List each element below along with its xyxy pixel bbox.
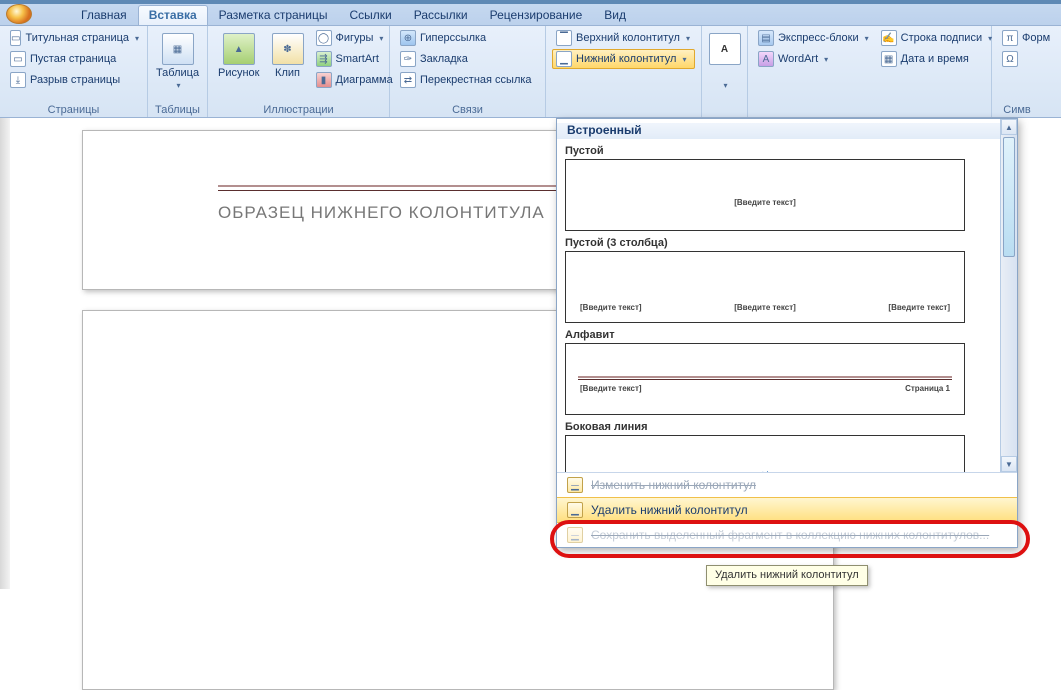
bookmark-button[interactable]: ✑Закладка (396, 49, 539, 69)
office-button[interactable] (6, 4, 32, 24)
wordart-icon: A (758, 51, 774, 67)
hyperlink-button[interactable]: ⊕Гиперссылка (396, 28, 539, 48)
textbox-icon: A (709, 33, 741, 65)
gallery-item-side[interactable]: ¹ | (565, 435, 965, 472)
gallery-item-empty-label: Пустой (565, 145, 1013, 157)
edit-icon: ▁ (567, 477, 583, 493)
gallery-item-empty[interactable]: [Введите текст] (565, 159, 965, 231)
chart-icon: ▮ (316, 72, 332, 88)
crossref-icon: ⇄ (400, 72, 416, 88)
gallery-scrollbar[interactable]: ▲ ▼ (1000, 119, 1017, 472)
bookmark-icon: ✑ (400, 51, 416, 67)
scroll-up-icon[interactable]: ▲ (1001, 119, 1017, 135)
tab-insert[interactable]: Вставка (138, 5, 208, 25)
annotation-highlight (550, 520, 1030, 558)
wordart-button[interactable]: AWordArt (754, 49, 873, 69)
page-icon: ▭ (10, 51, 26, 67)
cover-page-button[interactable]: ▭Титульная страница (6, 28, 141, 48)
picture-icon: ▲ (223, 33, 255, 65)
shapes-icon: ◯ (316, 30, 332, 46)
break-icon: ⤓ (10, 72, 26, 88)
header-icon: ▔ (556, 30, 572, 46)
gallery-item-empty3[interactable]: [Введите текст] [Введите текст] [Введите… (565, 251, 965, 323)
blocks-icon: ▤ (758, 30, 774, 46)
footer-button[interactable]: ▁Нижний колонтитул (552, 49, 695, 69)
ribbon-tabs: Главная Вставка Разметка страницы Ссылки… (0, 4, 1061, 26)
table-button[interactable]: ▦ Таблица (152, 28, 203, 92)
gallery-item-alpha[interactable]: [Введите текст] Страница 1 (565, 343, 965, 415)
page-break-button[interactable]: ⤓Разрыв страницы (6, 70, 141, 90)
signature-icon: ✍ (881, 30, 897, 46)
tab-view[interactable]: Вид (593, 5, 637, 25)
group-links-title: Связи (396, 103, 539, 117)
textbox-button[interactable]: A (705, 28, 745, 92)
tooltip: Удалить нижний колонтитул (706, 565, 868, 586)
gallery-item-alpha-label: Алфавит (565, 329, 1013, 341)
scroll-down-icon[interactable]: ▼ (1001, 456, 1017, 472)
footer-icon: ▁ (556, 51, 572, 67)
tab-mailings[interactable]: Рассылки (403, 5, 479, 25)
tab-home[interactable]: Главная (70, 5, 138, 25)
calendar-icon: ▦ (881, 51, 897, 67)
gallery-item-side-label: Боковая линия (565, 421, 1013, 433)
omega-icon: Ω (1002, 51, 1018, 67)
picture-button[interactable]: ▲Рисунок (214, 28, 264, 81)
ribbon: ▭Титульная страница ▭Пустая страница ⤓Ра… (0, 26, 1061, 118)
tab-layout[interactable]: Разметка страницы (208, 5, 339, 25)
group-illus-title: Иллюстрации (214, 103, 383, 117)
group-symbols-title: Симв (998, 103, 1036, 117)
datetime-button[interactable]: ▦Дата и время (877, 49, 996, 69)
pi-icon: π (1002, 30, 1018, 46)
smartart-icon: ⇶ (316, 51, 332, 67)
footer-gallery: Встроенный Пустой [Введите текст] Пустой… (556, 118, 1018, 548)
tab-references[interactable]: Ссылки (339, 5, 403, 25)
group-tables-title: Таблицы (154, 103, 201, 117)
quickparts-button[interactable]: ▤Экспресс-блоки (754, 28, 873, 48)
clip-icon: ✽ (272, 33, 304, 65)
table-icon: ▦ (162, 33, 194, 65)
gallery-item-empty3-label: Пустой (3 столбца) (565, 237, 1013, 249)
remove-icon: ▁ (567, 502, 583, 518)
equation-button[interactable]: πФорм (998, 28, 1054, 48)
globe-icon: ⊕ (400, 30, 416, 46)
signature-button[interactable]: ✍Строка подписи (877, 28, 996, 48)
smartart-button[interactable]: ⇶SmartArt (312, 49, 397, 69)
shapes-button[interactable]: ◯Фигуры (312, 28, 397, 48)
chart-button[interactable]: ▮Диаграмма (312, 70, 397, 90)
tab-review[interactable]: Рецензирование (479, 5, 594, 25)
symbol-button[interactable]: Ω (998, 49, 1054, 69)
page-icon: ▭ (10, 30, 21, 46)
gallery-heading: Встроенный (557, 123, 1017, 139)
group-pages-title: Страницы (6, 103, 141, 117)
clip-button[interactable]: ✽Клип (268, 28, 308, 81)
crossref-button[interactable]: ⇄Перекрестная ссылка (396, 70, 539, 90)
scroll-thumb[interactable] (1003, 137, 1015, 257)
header-button[interactable]: ▔Верхний колонтитул (552, 28, 695, 48)
edit-footer-cmd[interactable]: ▁ Изменить нижний колонтитул (557, 473, 1017, 497)
footer-sample-text: ОБРАЗЕЦ НИЖНЕГО КОЛОНТИТУЛА (218, 203, 545, 223)
blank-page-button[interactable]: ▭Пустая страница (6, 49, 141, 69)
